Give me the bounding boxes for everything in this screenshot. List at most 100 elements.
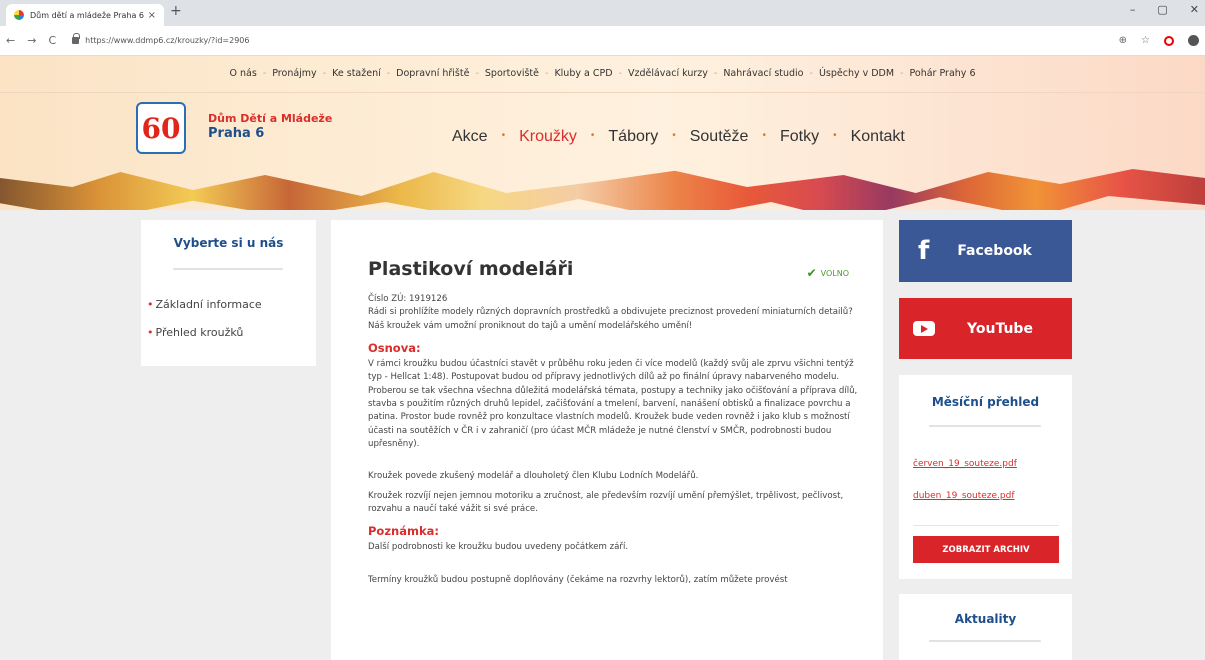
maximize-button[interactable]: ▢ xyxy=(1157,3,1167,16)
top-menu-item[interactable]: Ke stažení xyxy=(332,68,381,79)
facebook-label: Facebook xyxy=(957,243,1032,259)
top-menu-item[interactable]: Pohár Prahy 6 xyxy=(910,68,976,79)
sidebar-item-club-overview[interactable]: • Přehled kroužků xyxy=(147,326,262,339)
top-menu-item[interactable]: Sportoviště xyxy=(485,68,539,79)
heading-underline xyxy=(929,425,1041,427)
pdf-link-june[interactable]: červen_19_souteze.pdf xyxy=(913,459,1017,469)
check-icon: ✔ xyxy=(806,266,817,280)
monthly-overview-card: Měsíční přehled červen_19_souteze.pdf du… xyxy=(899,375,1072,579)
top-menu-item[interactable]: Úspěchy v DDM xyxy=(819,68,894,79)
sidebar-heading: Vyberte si u nás xyxy=(173,236,284,250)
article-body: Číslo ZÚ: 1919126 Rádi si prohlížíte mod… xyxy=(368,293,858,587)
article-card: Plastikoví modeláři ✔ VOLNO Číslo ZÚ: 19… xyxy=(331,220,883,660)
top-menu-item[interactable]: Nahrávací studio xyxy=(723,68,803,79)
sidebar-item-label: Základní informace xyxy=(155,298,262,311)
new-tab-button[interactable]: + xyxy=(170,3,182,19)
heading-underline xyxy=(929,640,1041,642)
note-heading: Poznámka: xyxy=(368,524,439,539)
main-menu-item[interactable]: Kontakt xyxy=(851,128,905,146)
top-menu-item[interactable]: Dopravní hřiště xyxy=(396,68,469,79)
brand-line-2: Praha 6 xyxy=(208,126,265,141)
menu-dot-icon: • xyxy=(762,130,766,141)
youtube-play-icon xyxy=(913,321,935,336)
extension-icon[interactable] xyxy=(1188,35,1199,46)
menu-separator: - xyxy=(809,68,813,79)
top-menu-item[interactable]: Vzdělávací kurzy xyxy=(628,68,708,79)
menu-dot-icon: • xyxy=(833,130,837,141)
main-menu-item[interactable]: Akce xyxy=(452,128,488,146)
back-button[interactable]: ← xyxy=(6,34,15,47)
pdf-link-may[interactable]: duben_19_souteze.pdf xyxy=(913,491,1015,501)
top-menu-divider xyxy=(0,92,1205,93)
intro-text: Rádi si prohlížíte modely různých doprav… xyxy=(368,307,853,331)
sidebar-item-basic-info[interactable]: • Základní informace xyxy=(147,298,262,311)
heading-underline xyxy=(173,268,283,270)
url-field[interactable]: https://www.ddmp6.cz/krouzky/?id=2906 xyxy=(85,36,1119,45)
forward-button[interactable]: → xyxy=(27,34,36,47)
favicon-icon xyxy=(14,10,24,20)
menu-dot-icon: • xyxy=(590,130,595,141)
toolbar-icons: ⊕ ☆ xyxy=(1119,35,1199,46)
osnova-text: V rámci kroužku budou účastníci stavět v… xyxy=(368,359,858,449)
brand-line-1: Dům Dětí a Mládeže xyxy=(208,112,333,125)
logo-text: 60 xyxy=(141,111,181,145)
status-badge: ✔ VOLNO xyxy=(807,266,849,280)
main-menu-item[interactable]: Fotky xyxy=(780,128,819,146)
club-code: Číslo ZÚ: 1919126 xyxy=(368,294,448,304)
top-menu-item[interactable]: O nás xyxy=(230,68,257,79)
brand-name[interactable]: Dům Dětí a Mládeže Praha 6 xyxy=(208,112,332,141)
top-menu-item[interactable]: Kluby a CPD xyxy=(554,68,612,79)
lector-text: Kroužek povede zkušený modelář a dlouhol… xyxy=(368,471,699,482)
facebook-icon: f xyxy=(918,236,930,266)
site-header: O nás - Pronájmy - Ke stažení - Dopravní hřišt… xyxy=(0,56,1205,210)
reload-button[interactable]: C xyxy=(48,34,56,47)
news-card: Aktuality xyxy=(899,594,1072,660)
status-label: VOLNO xyxy=(820,268,849,278)
main-menu-item[interactable]: Tábory xyxy=(608,128,658,146)
youtube-label: YouTube xyxy=(967,320,1033,337)
sidebar-list: • Základní informace • Přehled kroužků xyxy=(147,298,262,354)
osnova-heading: Osnova: xyxy=(368,340,421,355)
menu-separator: - xyxy=(262,68,267,79)
menu-separator: - xyxy=(322,68,327,79)
menu-separator: - xyxy=(475,68,479,79)
sidebar-item-label: Přehled kroužků xyxy=(155,326,244,339)
tab-title: Dům dětí a mládeže Praha 6 xyxy=(30,10,144,20)
zoom-icon[interactable]: ⊕ xyxy=(1119,35,1127,46)
menu-separator: - xyxy=(545,68,549,79)
menu-dot-icon: • xyxy=(672,130,676,141)
lock-icon xyxy=(72,33,81,44)
main-menu: Akce • Kroužky • Tábory • Soutěže • Fotky • Kontak… xyxy=(452,128,905,146)
top-menu: O nás - Pronájmy - Ke stažení - Dopravní hřišt… xyxy=(0,68,1205,79)
bullet-icon: • xyxy=(147,298,154,311)
minimize-button[interactable]: – xyxy=(1130,3,1136,16)
site-logo[interactable]: 60 xyxy=(136,102,186,154)
menu-separator: - xyxy=(900,68,904,79)
main-menu-item[interactable]: Soutěže xyxy=(690,128,749,146)
menu-separator: - xyxy=(713,68,718,79)
show-archive-button[interactable]: ZOBRAZIT ARCHIV xyxy=(913,536,1059,563)
main-menu-item[interactable]: Kroužky xyxy=(519,128,577,146)
menu-separator: - xyxy=(386,68,391,79)
close-window-button[interactable]: ✕ xyxy=(1190,3,1199,16)
note-text: Další podrobnosti ke kroužku budou uvede… xyxy=(368,542,629,553)
article-title: Plastikoví modeláři xyxy=(368,258,574,280)
top-menu-item[interactable]: Pronájmy xyxy=(272,68,316,79)
terms-text: Termíny kroužků budou postupně doplňován… xyxy=(368,574,788,585)
bookmark-star-icon[interactable]: ☆ xyxy=(1141,35,1150,46)
menu-separator: - xyxy=(618,68,622,79)
paint-splash-decoration xyxy=(0,169,1205,210)
bullet-icon: • xyxy=(147,326,154,339)
menu-dot-icon: • xyxy=(501,130,506,141)
youtube-button[interactable]: YouTube xyxy=(899,298,1072,359)
develop-text: Kroužek rozvíjí nejen jemnou motoriku a … xyxy=(368,490,844,514)
card-divider xyxy=(913,525,1059,526)
browser-tabbar: Dům dětí a mládeže Praha 6 × + – ▢ ✕ xyxy=(0,0,1205,26)
tab-close-icon[interactable]: × xyxy=(148,10,156,21)
address-bar: ← → C https://www.ddmp6.cz/krouzky/?id=2… xyxy=(0,26,1205,56)
browser-tab[interactable]: Dům dětí a mládeže Praha 6 × xyxy=(6,4,164,26)
opera-icon[interactable] xyxy=(1164,35,1174,46)
facebook-button[interactable]: f Facebook xyxy=(899,220,1072,282)
window-controls: – ▢ ✕ xyxy=(1130,3,1199,16)
monthly-heading: Měsíční přehled xyxy=(931,395,1040,409)
